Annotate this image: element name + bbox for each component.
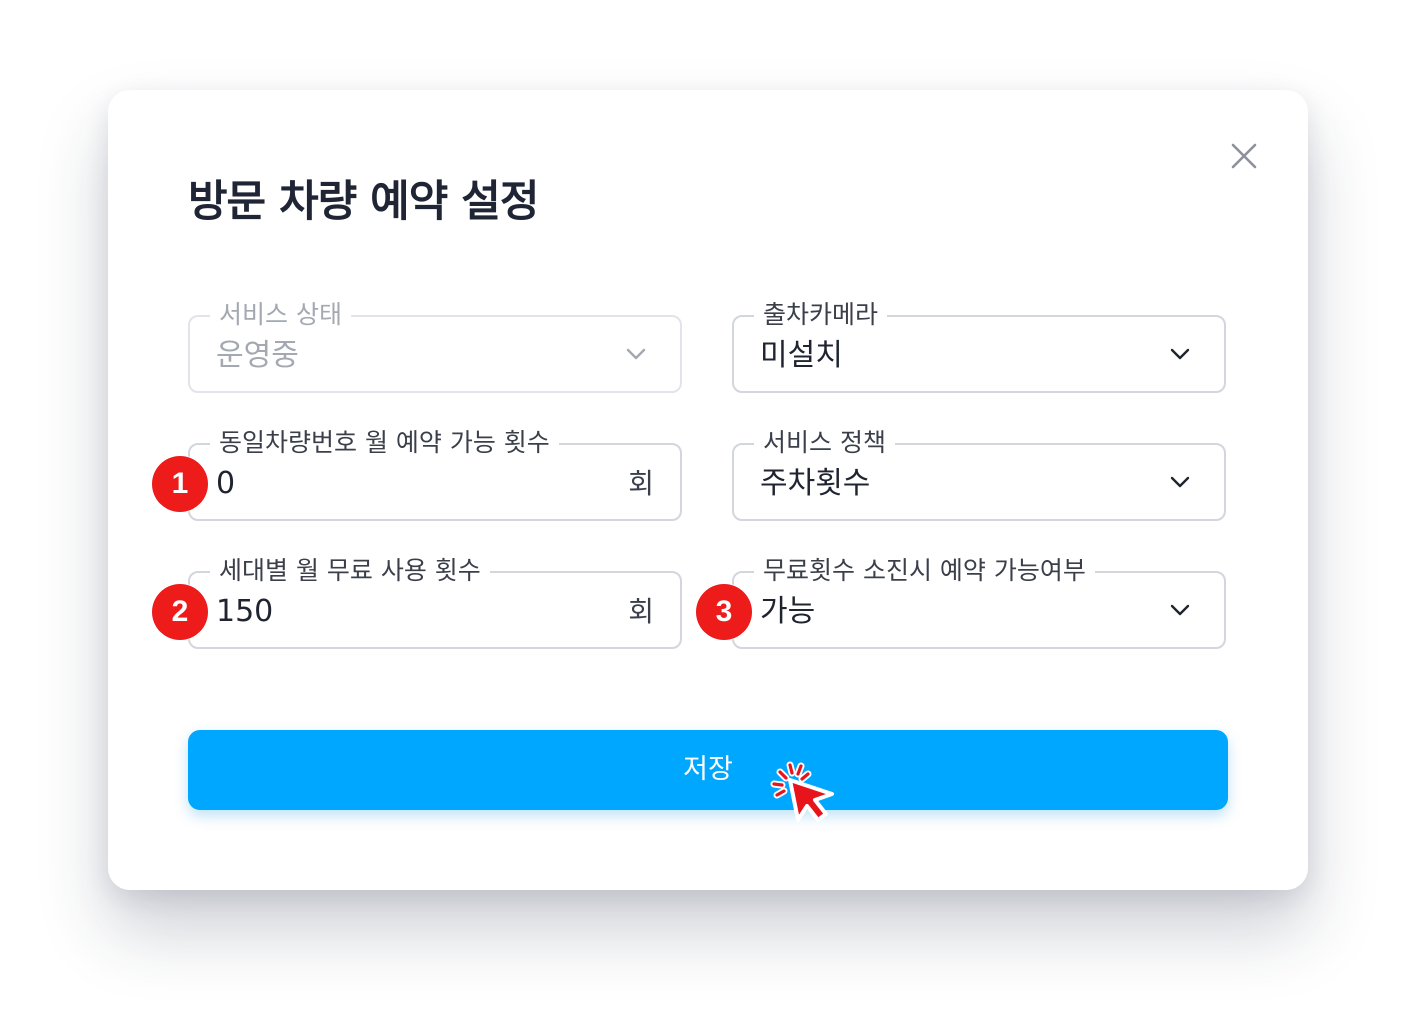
service-status-label: 서비스 상태 — [210, 299, 351, 331]
close-button[interactable] — [1226, 138, 1262, 174]
reserve-when-exhausted-select[interactable]: 무료횟수 소진시 예약 가능여부 가능 — [732, 555, 1226, 649]
dialog-title: 방문 차량 예약 설정 — [188, 177, 539, 227]
service-policy-value: 주차횟수 — [760, 466, 871, 501]
same-plate-monthly-limit-input[interactable]: 동일차량번호 월 예약 가능 횟수 0 회 — [188, 427, 682, 521]
service-policy-label: 서비스 정책 — [754, 427, 895, 459]
service-status-select: 서비스 상태 운영중 — [188, 299, 682, 393]
exit-camera-select[interactable]: 출차카메라 미설치 — [732, 299, 1226, 393]
service-status-value: 운영중 — [216, 338, 299, 373]
reserve-when-exhausted-value: 가능 — [760, 594, 816, 629]
chevron-down-icon — [626, 348, 646, 360]
annotation-badge-3: 3 — [696, 584, 752, 640]
household-monthly-free-input[interactable]: 세대별 월 무료 사용 횟수 150 회 — [188, 555, 682, 649]
save-button[interactable]: 저장 — [188, 730, 1228, 810]
unit-label: 회 — [628, 595, 654, 628]
household-monthly-free-value: 150 — [216, 594, 274, 629]
household-monthly-free-label: 세대별 월 무료 사용 횟수 — [210, 555, 490, 587]
unit-label: 회 — [628, 467, 654, 500]
annotation-badge-2: 2 — [152, 584, 208, 640]
chevron-down-icon — [1170, 348, 1190, 360]
chevron-down-icon — [1170, 476, 1190, 488]
same-plate-monthly-limit-label: 동일차량번호 월 예약 가능 횟수 — [210, 427, 559, 459]
visit-vehicle-reservation-dialog: 방문 차량 예약 설정 서비스 상태 운영중 출차카메라 미설치 동일차량번호 … — [108, 90, 1308, 890]
annotation-badge-1: 1 — [152, 456, 208, 512]
click-cursor-icon — [770, 761, 834, 822]
exit-camera-label: 출차카메라 — [754, 299, 888, 331]
same-plate-monthly-limit-value: 0 — [216, 466, 236, 501]
chevron-down-icon — [1170, 604, 1190, 616]
exit-camera-value: 미설치 — [760, 338, 843, 373]
close-icon — [1231, 143, 1257, 169]
reserve-when-exhausted-label: 무료횟수 소진시 예약 가능여부 — [754, 555, 1095, 587]
service-policy-select[interactable]: 서비스 정책 주차횟수 — [732, 427, 1226, 521]
